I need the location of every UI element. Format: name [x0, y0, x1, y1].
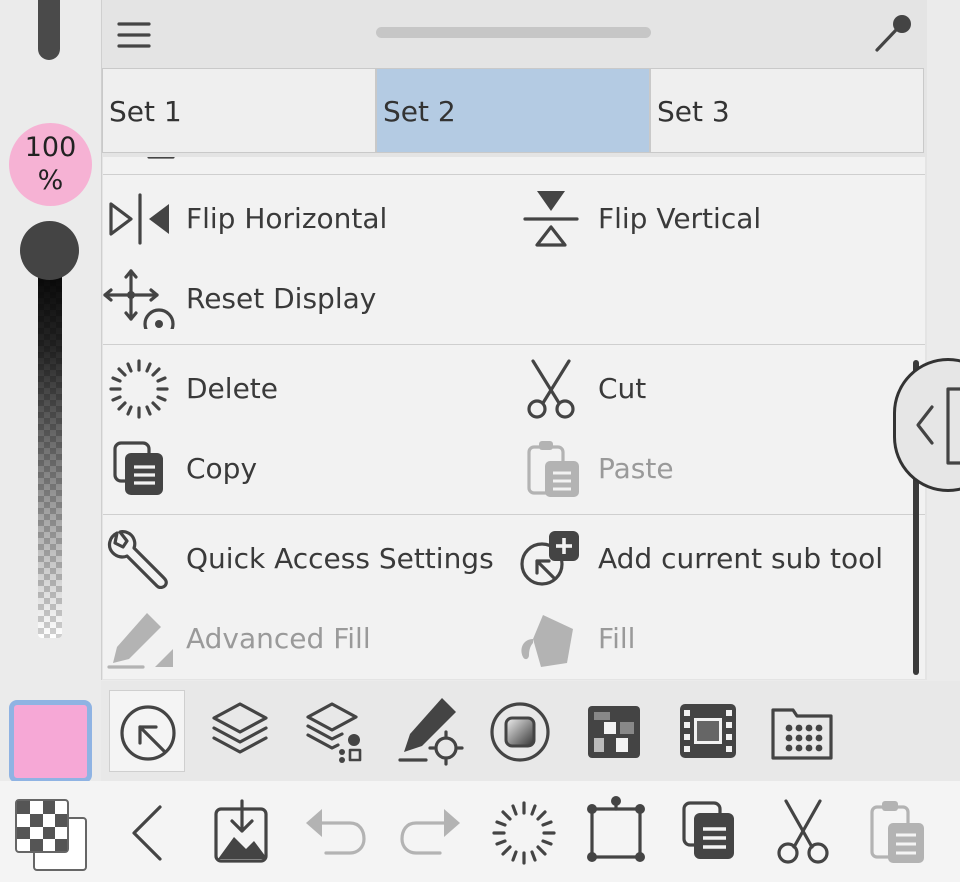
advanced-fill-icon: [103, 609, 177, 669]
opacity-indicator[interactable]: 100 %: [9, 123, 92, 206]
delete-icon[interactable]: [486, 795, 562, 871]
quick-access-settings-label: Quick Access Settings: [186, 542, 494, 575]
back-icon[interactable]: [110, 795, 186, 871]
transparent-color-icon[interactable]: [8, 796, 87, 872]
tab-set-3[interactable]: Set 3: [650, 68, 924, 153]
layer-property-icon[interactable]: [296, 690, 372, 772]
paste-label: Paste: [598, 452, 674, 485]
opacity-slider-track[interactable]: [38, 250, 62, 638]
fill-label: Fill: [598, 622, 636, 655]
color-circle-icon[interactable]: [482, 690, 558, 772]
quick-access-settings-item[interactable]: Quick Access Settings: [103, 524, 513, 594]
tool-property-icon[interactable]: [392, 690, 468, 772]
tab-set-1[interactable]: Set 1: [102, 68, 376, 153]
tab-set-2[interactable]: Set 2: [376, 68, 650, 153]
material-icon[interactable]: [765, 690, 841, 772]
import-icon[interactable]: [204, 795, 280, 871]
fill-item[interactable]: Fill: [515, 604, 915, 674]
timeline-icon[interactable]: [670, 690, 746, 772]
eyedropper-icon[interactable]: [868, 10, 916, 58]
tab-set-1-label: Set 1: [109, 95, 182, 128]
separator: [103, 174, 925, 175]
reset-display-icon: [103, 269, 177, 329]
color-set-icon[interactable]: [576, 690, 652, 772]
wrench-icon: [103, 529, 177, 589]
hamburger-menu-icon[interactable]: [115, 18, 155, 52]
cut-label: Cut: [598, 372, 647, 405]
transform-icon[interactable]: [578, 795, 654, 871]
flip-vertical-icon: [515, 189, 589, 249]
opacity-value: 100: [24, 132, 77, 163]
tab-set-2-label: Set 2: [383, 95, 456, 128]
copy-icon: [103, 439, 177, 499]
quick-access-icon[interactable]: [109, 690, 185, 772]
scissors-icon: [515, 359, 589, 419]
brush-size-handle[interactable]: [38, 0, 60, 60]
cut-item[interactable]: Cut: [515, 354, 915, 424]
paste-item[interactable]: Paste: [515, 434, 915, 504]
tab-set-3-label: Set 3: [657, 95, 730, 128]
copy-label: Copy: [186, 452, 258, 485]
opacity-unit: %: [37, 165, 64, 196]
quick-access-list[interactable]: Flip Horizontal Flip Vertical Reset Disp…: [103, 157, 925, 679]
flip-horizontal-item[interactable]: Flip Horizontal: [103, 184, 513, 254]
fill-bucket-icon: [515, 609, 589, 669]
delete-icon: [103, 359, 177, 419]
cut-icon[interactable]: [764, 795, 840, 871]
add-current-sub-tool-item[interactable]: Add current sub tool: [515, 524, 915, 594]
paste-icon[interactable]: [860, 795, 936, 871]
rotate-icon-partial: [147, 157, 175, 159]
separator: [103, 514, 925, 515]
add-sub-tool-icon: [515, 529, 589, 589]
copy-icon[interactable]: [672, 795, 748, 871]
panel-drag-bar[interactable]: [376, 27, 651, 38]
paste-icon: [515, 439, 589, 499]
advanced-fill-label: Advanced Fill: [186, 622, 371, 655]
advanced-fill-item[interactable]: Advanced Fill: [103, 604, 513, 674]
reset-display-label: Reset Display: [186, 282, 377, 315]
redo-icon[interactable]: [392, 795, 468, 871]
delete-item[interactable]: Delete: [103, 354, 513, 424]
undo-icon[interactable]: [298, 795, 374, 871]
main-color-swatch[interactable]: [9, 700, 92, 783]
add-current-sub-tool-label: Add current sub tool: [598, 542, 884, 575]
collapse-chevron-icon: [916, 387, 960, 465]
delete-label: Delete: [186, 372, 278, 405]
flip-vertical-item[interactable]: Flip Vertical: [515, 184, 915, 254]
flip-horizontal-icon: [103, 189, 177, 249]
flip-horizontal-label: Flip Horizontal: [186, 202, 388, 235]
layers-icon[interactable]: [202, 690, 278, 772]
separator: [103, 344, 925, 345]
opacity-slider-knob[interactable]: [20, 221, 79, 280]
reset-display-item[interactable]: Reset Display: [103, 264, 513, 334]
copy-item[interactable]: Copy: [103, 434, 513, 504]
flip-vertical-label: Flip Vertical: [598, 202, 762, 235]
